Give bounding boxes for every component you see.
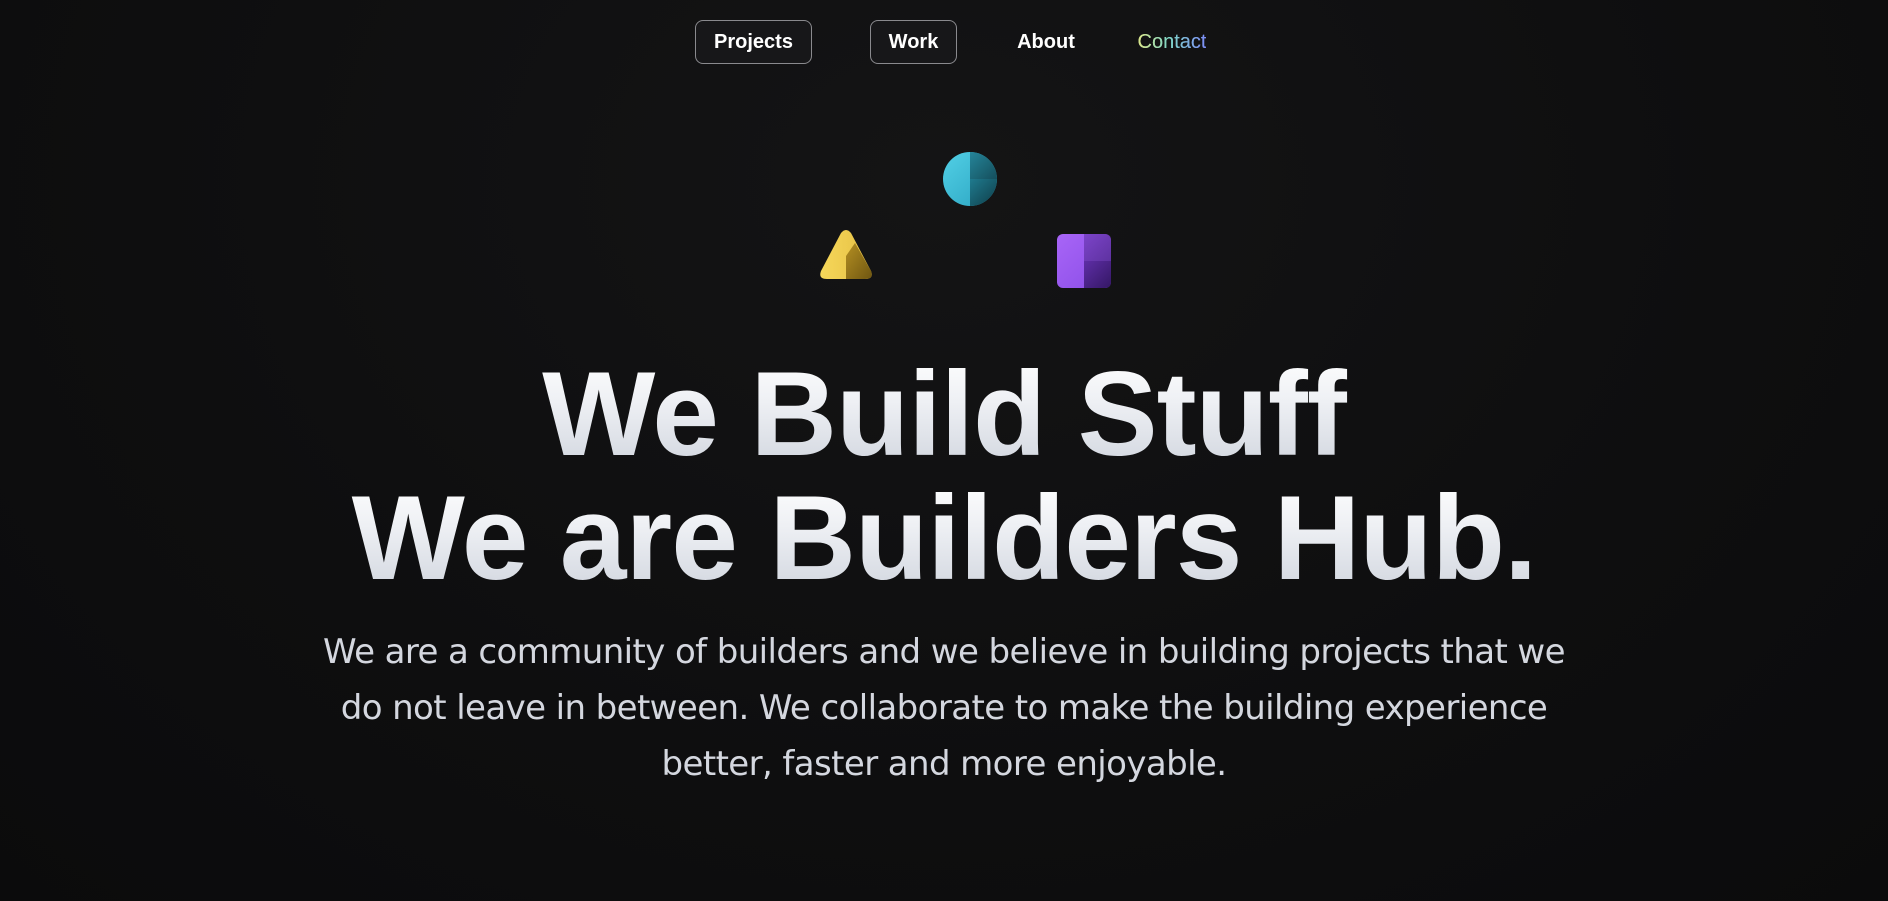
- nav-contact-link[interactable]: Contact: [1130, 20, 1214, 64]
- nav-work-label: Work: [888, 30, 939, 53]
- hero-headline-line-1: We Build Stuff: [0, 352, 1888, 476]
- nav-about-label: About: [1017, 30, 1075, 53]
- triangle-shape-icon: [820, 230, 872, 279]
- nav-about-link[interactable]: About: [1010, 20, 1082, 64]
- hero-subtitle: We are a community of builders and we be…: [323, 632, 1565, 784]
- nav-projects-label: Projects: [714, 30, 793, 53]
- circle-shape-icon: [943, 152, 997, 206]
- square-shape-icon: [1057, 234, 1111, 288]
- nav-projects-button[interactable]: Projects: [695, 20, 812, 64]
- nav-work-button[interactable]: Work: [870, 20, 957, 64]
- nav-contact-label: Contact: [1138, 31, 1207, 54]
- top-nav: Projects Work About Contact: [0, 20, 1888, 66]
- nav-contact-gradient-text: Contact: [1137, 30, 1207, 53]
- hero-headline: We Build Stuff We are Builders Hub.: [0, 352, 1888, 600]
- hero-headline-line-2: We are Builders Hub.: [0, 476, 1888, 600]
